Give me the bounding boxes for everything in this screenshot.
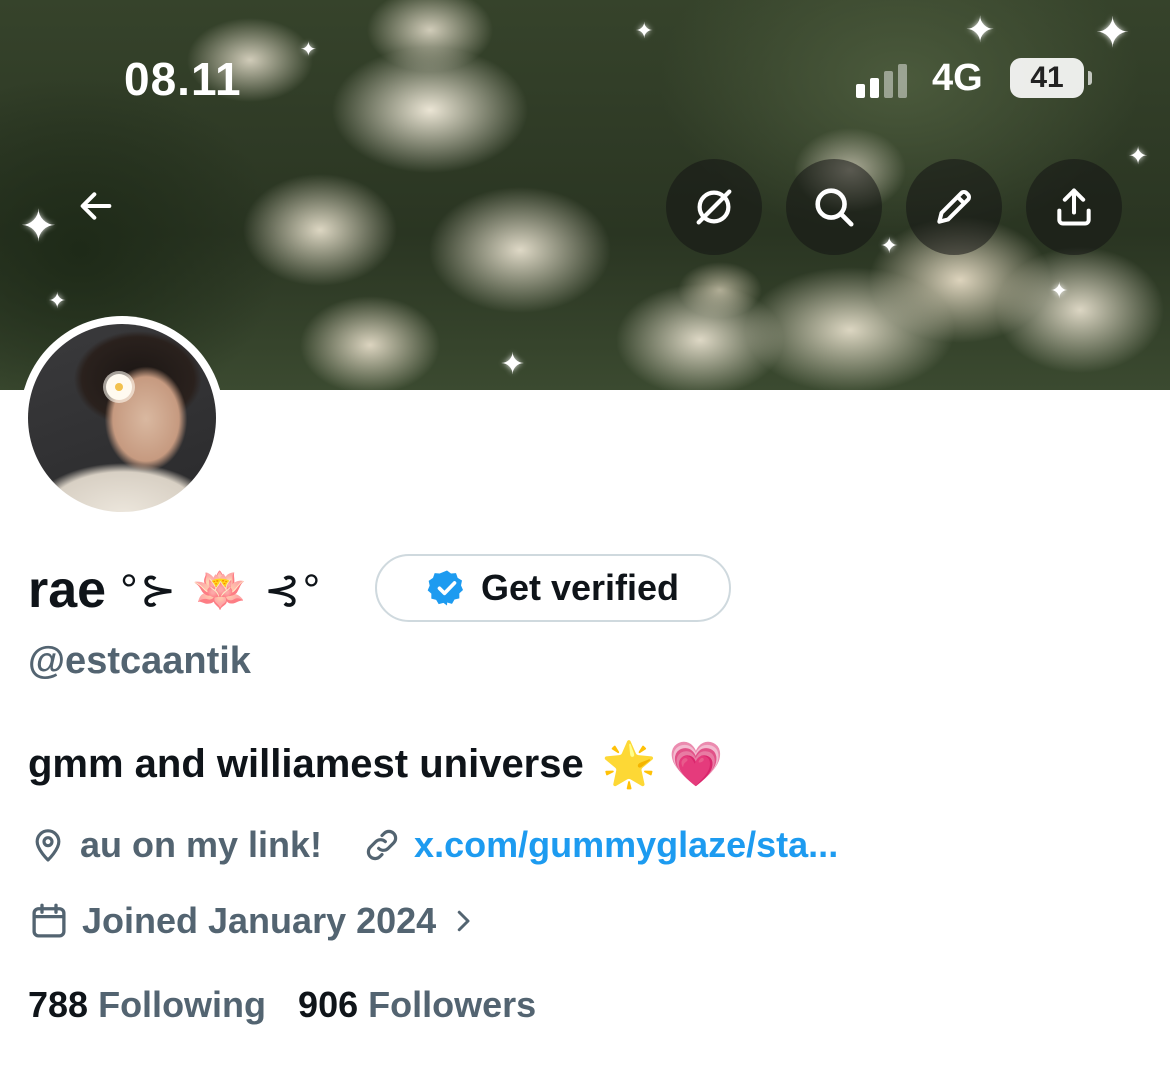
location-text: au on my link! (80, 824, 323, 865)
calendar-icon (32, 903, 66, 938)
sparkle-decoration: ✦ (500, 348, 526, 381)
get-verified-button[interactable]: Get verified (375, 554, 731, 622)
link-icon (366, 829, 398, 861)
edit-button[interactable] (906, 159, 1002, 255)
location-pin-icon (35, 829, 61, 862)
user-handle: @estcaantik (28, 640, 251, 682)
signal-strength-icon (856, 62, 916, 98)
follow-stats: 788 Following 906 Followers (28, 984, 568, 1026)
get-verified-label: Get verified (480, 567, 680, 608)
verified-badge-icon (427, 570, 463, 606)
bio: gmm and williamest universe 🌟 💗 (28, 738, 724, 790)
joined-row[interactable]: Joined January 2024 (28, 900, 478, 942)
following-label: Following (98, 984, 267, 1025)
display-name-text: rae (28, 561, 107, 619)
pencil-icon (937, 190, 971, 224)
back-button[interactable] (56, 166, 136, 246)
status-time: 08.11 (124, 53, 242, 105)
chevron-right-icon (457, 910, 470, 932)
display-name-decoration: °⊱ 🪷 ⊰° (120, 566, 323, 615)
sparkle-decoration: ✦ (880, 233, 899, 258)
profile-link-text[interactable]: x.com/gummyglaze/sta... (414, 824, 838, 866)
battery-icon: 41 (1010, 58, 1092, 98)
followers-count: 906 (298, 984, 359, 1025)
sparkle-decoration: ✦ (635, 18, 654, 43)
avatar[interactable] (20, 316, 224, 520)
sparkle-decoration: ✦ (1095, 9, 1131, 56)
sparkle-decoration: ✦ (20, 202, 57, 251)
sparkle-decoration: ✦ (48, 288, 67, 313)
grok-button[interactable] (666, 159, 762, 255)
followers-label: Followers (368, 984, 537, 1025)
sparkle-decoration: ✦ (1050, 278, 1069, 303)
share-icon (1057, 188, 1091, 226)
profile-link[interactable]: x.com/gummyglaze/sta... (362, 824, 838, 866)
profile-meta-row: au on my link! x.com/gummyglaze/sta... (28, 824, 838, 866)
bio-text: gmm and williamest universe (28, 741, 584, 786)
share-button[interactable] (1026, 159, 1122, 255)
sparkle-decoration: ✦ (300, 39, 317, 61)
arrow-left-icon (80, 192, 112, 220)
following-count: 788 (28, 984, 89, 1025)
following-stat[interactable]: 788 Following (28, 984, 266, 1026)
network-type: 4G (932, 57, 983, 99)
sparkle-decoration: ✦ (1128, 143, 1149, 170)
bio-emojis: 🌟 💗 (601, 740, 724, 789)
search-button[interactable] (786, 159, 882, 255)
sparkle-decoration: ✦ (965, 9, 996, 50)
joined-date[interactable]: Joined January 2024 (28, 900, 478, 942)
location: au on my link! (28, 824, 322, 866)
flower-decoration (106, 374, 132, 400)
avatar-image (28, 324, 216, 512)
search-icon (815, 188, 854, 227)
display-name: rae °⊱ 🪷 ⊰° (28, 560, 322, 620)
grok-icon (696, 189, 732, 225)
followers-stat[interactable]: 906 Followers (298, 984, 536, 1026)
joined-text: Joined January 2024 (82, 900, 437, 941)
